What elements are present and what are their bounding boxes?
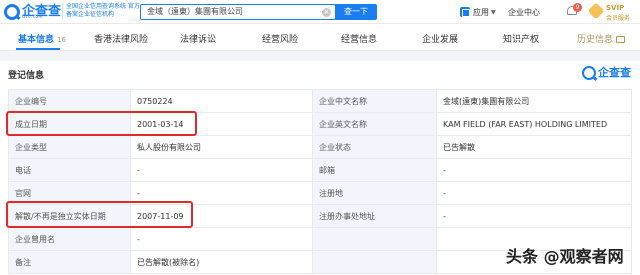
highlight-box-dissolution-date xyxy=(6,201,193,228)
field-label: 企业英文名称 xyxy=(312,112,437,136)
chevron-down-icon: ▼ xyxy=(491,8,496,16)
svip-button[interactable]: SVIP 会员服务 xyxy=(587,2,636,22)
tab-operation-info[interactable]: 经营信息 xyxy=(341,32,377,45)
tab-count: 16 xyxy=(57,36,66,44)
field-label: 企业编号 xyxy=(8,89,131,113)
tab-history[interactable]: 历史信息 xyxy=(577,32,626,45)
app-grid-icon xyxy=(460,7,470,17)
logo-slogan: 全国企业信用查询系统 官方备案企业征信机构 xyxy=(62,3,140,19)
field-label: 电话 xyxy=(8,158,131,182)
active-tab-indicator xyxy=(16,48,60,50)
table-row: 电话 - 邮箱 - xyxy=(8,158,632,182)
svip-subtitle: 会员服务 xyxy=(606,15,631,22)
tab-ip[interactable]: 知识产权 xyxy=(503,32,539,45)
logo-domain: Qcc.com xyxy=(22,14,43,19)
field-value: 已告解散(被除名) xyxy=(130,250,313,274)
field-value: 0750224 xyxy=(130,89,313,113)
field-label: 企业中文名称 xyxy=(312,89,437,113)
notification-bell[interactable]: 9 xyxy=(566,3,582,18)
history-icon xyxy=(616,36,626,43)
tab-operation-risk[interactable]: 经营风险 xyxy=(262,32,298,45)
brand-text: 企查查 xyxy=(598,66,631,79)
table-row: 企业编号 0750224 企业中文名称 金域(遠東)集團有限公司 xyxy=(8,89,632,113)
enterprise-center-link[interactable]: 企业中心 xyxy=(508,7,540,18)
field-value: - xyxy=(436,158,632,182)
diamond-icon xyxy=(587,2,605,20)
field-label: 企业类型 xyxy=(8,135,131,159)
section-title: 登记信息 xyxy=(8,71,45,81)
notification-badge: 9 xyxy=(573,3,582,12)
tab-hk-legal-risk[interactable]: 香港法律风险 xyxy=(94,32,148,45)
field-value: 私人股份有限公司 xyxy=(130,135,313,159)
field-label: 注册地 xyxy=(312,181,437,205)
field-value: - xyxy=(436,181,632,205)
tab-label: 历史信息 xyxy=(577,35,614,45)
app-menu[interactable]: 应用 ▼ xyxy=(460,6,496,18)
field-value: KAM FIELD (FAR EAST) HOLDING LIMITED xyxy=(436,112,632,136)
highlight-box-founding-date xyxy=(6,111,197,136)
field-label xyxy=(312,250,437,274)
field-value: - xyxy=(130,227,313,251)
tab-label: 基本信息 xyxy=(18,35,55,45)
svip-title: SVIP xyxy=(606,4,625,12)
tab-basic-info[interactable]: 基本信息 16 xyxy=(18,32,66,45)
clear-icon[interactable]: × xyxy=(322,8,331,17)
tab-development[interactable]: 企业发展 xyxy=(422,32,458,45)
field-value: 已告解散 xyxy=(436,135,632,159)
section-divider xyxy=(0,51,640,61)
magnifier-logo-icon xyxy=(582,66,596,80)
field-label: 企业状态 xyxy=(312,135,437,159)
table-row: 企业类型 私人股份有限公司 企业状态 已告解散 xyxy=(8,135,632,159)
tab-litigation[interactable]: 法律诉讼 xyxy=(180,32,216,45)
app-menu-label: 应用 xyxy=(473,7,489,17)
magnifier-logo-icon xyxy=(4,4,20,20)
tab-bar: 基本信息 16 香港法律风险 法律诉讼 经营风险 经营信息 企业发展 知识产权 历… xyxy=(0,25,640,51)
field-label: 注册办事处地址 xyxy=(312,204,437,228)
field-value: 金域(遠東)集團有限公司 xyxy=(436,89,632,113)
field-value: - xyxy=(130,158,313,182)
search-button[interactable]: 查一下 xyxy=(335,4,377,20)
field-label: 备注 xyxy=(8,250,131,274)
field-label: 邮箱 xyxy=(312,158,437,182)
search-box: × xyxy=(140,4,336,20)
section-brand-logo: 企查查 xyxy=(582,66,631,80)
watermark: 头条 @观察者网 xyxy=(506,247,624,266)
field-label xyxy=(312,227,437,251)
search-input[interactable] xyxy=(147,7,317,16)
top-bar: 企查查 Qcc.com 全国企业信用查询系统 官方备案企业征信机构 × 查一下 … xyxy=(0,0,640,24)
field-label: 企业曾用名 xyxy=(8,227,131,251)
field-value: - xyxy=(436,204,632,228)
